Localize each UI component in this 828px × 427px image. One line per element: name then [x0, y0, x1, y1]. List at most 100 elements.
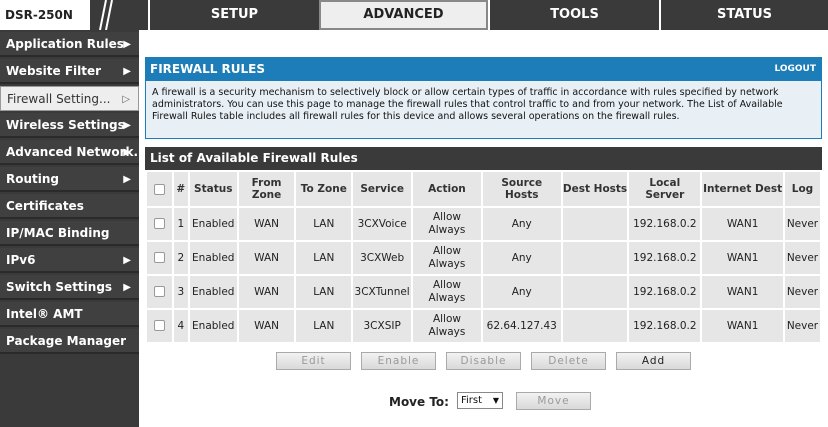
cell-service: 3CXSIP	[351, 308, 414, 344]
cell-dest-hosts	[560, 274, 630, 310]
cell-local-server: 192.168.0.2	[627, 240, 703, 276]
page-title: FIREWALL RULES	[150, 62, 266, 76]
chevron-right-icon: ▶	[123, 174, 131, 185]
sidebar-item-certificates[interactable]: Certificates	[0, 194, 139, 219]
sidebar-item-label: Switch Settings	[6, 280, 113, 294]
table-row[interactable]: 3 Enabled WAN LAN 3CXTunnel Allow Always…	[145, 274, 823, 310]
move-to-selected-value: First	[461, 395, 483, 406]
cell-dest-hosts	[560, 240, 630, 276]
sidebar-item-switch-settings[interactable]: Switch Settings ▶	[0, 275, 139, 300]
cell-from-zone: WAN	[236, 206, 297, 242]
logo-slash-icon	[99, 0, 113, 30]
tab-setup[interactable]: SETUP	[148, 0, 319, 30]
sidebar-item-application-rules[interactable]: Application Rules ▶	[0, 32, 139, 57]
row-select-cell	[145, 274, 174, 310]
cell-internet-dest: WAN1	[700, 206, 785, 242]
cell-service: 3CXTunnel	[351, 274, 414, 310]
sidebar-item-intel-amt[interactable]: Intel® AMT	[0, 302, 139, 327]
sidebar-item-ipv6[interactable]: IPv6 ▶	[0, 248, 139, 273]
chevron-right-outline-icon: ▷	[122, 94, 130, 105]
row-checkbox[interactable]	[153, 218, 165, 229]
sidebar-item-routing[interactable]: Routing ▶	[0, 167, 139, 192]
cell-log: Never	[782, 308, 823, 344]
cell-source-hosts: 62.64.127.43	[480, 308, 563, 344]
sidebar-item-advanced-network[interactable]: Advanced Network... ▶	[0, 140, 147, 165]
column-header-from-zone: From Zone	[236, 170, 297, 208]
tab-tools[interactable]: TOOLS	[488, 0, 659, 30]
sidebar-item-firewall-settings[interactable]: Firewall Setting... ▷	[0, 86, 139, 111]
cell-dest-hosts	[560, 206, 630, 242]
table-row[interactable]: 1 Enabled WAN LAN 3CXVoice Allow Always …	[145, 206, 823, 242]
logout-link[interactable]: LOGOUT	[774, 57, 816, 81]
table-header-row: # Status From Zone To Zone Service Actio…	[145, 170, 823, 208]
row-checkbox[interactable]	[153, 286, 165, 297]
cell-to-zone: LAN	[294, 206, 354, 242]
column-header-status: Status	[187, 170, 239, 208]
cell-num: 1	[171, 206, 190, 242]
delete-button[interactable]: Delete	[531, 352, 606, 370]
sidebar-item-label: Wireless Settings	[6, 118, 125, 132]
chevron-right-icon: ▶	[123, 255, 131, 266]
select-all-cell	[145, 170, 174, 208]
cell-service: 3CXVoice	[351, 206, 414, 242]
cell-status: Enabled	[187, 240, 239, 276]
sidebar-item-website-filter[interactable]: Website Filter ▶	[0, 59, 139, 84]
cell-source-hosts: Any	[480, 240, 563, 276]
move-button[interactable]: Move	[516, 392, 591, 410]
cell-action: Allow Always	[411, 308, 483, 344]
sidebar-item-label: IP/MAC Binding	[6, 226, 110, 240]
page-description: A firewall is a security mechanism to se…	[145, 81, 822, 139]
rules-list-title: List of Available Firewall Rules	[145, 147, 822, 170]
table-row[interactable]: 4 Enabled WAN LAN 3CXSIP Allow Always 62…	[145, 308, 823, 344]
cell-log: Never	[782, 206, 823, 242]
column-header-action: Action	[411, 170, 483, 208]
tab-status[interactable]: STATUS	[659, 0, 828, 30]
cell-status: Enabled	[187, 274, 239, 310]
cell-num: 2	[171, 240, 190, 276]
cell-internet-dest: WAN1	[700, 308, 785, 344]
row-checkbox[interactable]	[153, 252, 165, 263]
sidebar-item-wireless-settings[interactable]: Wireless Settings ▶	[0, 113, 139, 138]
chevron-right-icon: ▶	[123, 66, 131, 77]
chevron-right-icon: ▶	[123, 39, 131, 50]
column-header-service: Service	[351, 170, 414, 208]
cell-status: Enabled	[187, 206, 239, 242]
dropdown-arrow-icon: ▼	[492, 396, 499, 405]
device-model: DSR-250N	[0, 0, 90, 30]
tab-advanced[interactable]: ADVANCED	[319, 0, 488, 30]
sidebar-item-label: Intel® AMT	[6, 307, 83, 321]
disable-button[interactable]: Disable	[446, 352, 521, 370]
row-checkbox[interactable]	[153, 320, 165, 331]
cell-dest-hosts	[560, 308, 630, 344]
cell-action: Allow Always	[411, 240, 483, 276]
sidebar-item-label: Certificates	[6, 199, 84, 213]
sidebar-item-package-manager[interactable]: Package Manager	[0, 329, 139, 354]
cell-num: 4	[171, 308, 190, 344]
cell-service: 3CXWeb	[351, 240, 414, 276]
column-header-num: #	[171, 170, 190, 208]
chevron-right-icon: ▶	[123, 147, 131, 158]
sidebar-item-ip-mac-binding[interactable]: IP/MAC Binding	[0, 221, 139, 246]
enable-button[interactable]: Enable	[361, 352, 436, 370]
table-row[interactable]: 2 Enabled WAN LAN 3CXWeb Allow Always An…	[145, 240, 823, 276]
sidebar-item-label: Routing	[6, 172, 60, 186]
sidebar-item-label: Application Rules	[6, 37, 124, 51]
firewall-rules-table: # Status From Zone To Zone Service Actio…	[145, 170, 823, 344]
cell-internet-dest: WAN1	[700, 240, 785, 276]
move-to-label: Move To:	[389, 395, 449, 409]
edit-button[interactable]: Edit	[276, 352, 351, 370]
move-to-select[interactable]: First ▼	[457, 392, 503, 409]
cell-from-zone: WAN	[236, 308, 297, 344]
cell-from-zone: WAN	[236, 274, 297, 310]
add-button[interactable]: Add	[616, 352, 691, 370]
page-title-bar: FIREWALL RULES LOGOUT	[145, 57, 822, 81]
top-nav-bar: DSR-250N SETUP ADVANCED TOOLS STATUS	[0, 0, 828, 30]
cell-from-zone: WAN	[236, 240, 297, 276]
cell-num: 3	[171, 274, 190, 310]
cell-action: Allow Always	[411, 274, 483, 310]
cell-log: Never	[782, 240, 823, 276]
cell-to-zone: LAN	[294, 240, 354, 276]
sidebar-item-label: Package Manager	[6, 334, 126, 348]
select-all-checkbox[interactable]	[153, 183, 165, 195]
sidebar-item-label: Firewall Setting...	[7, 92, 111, 106]
